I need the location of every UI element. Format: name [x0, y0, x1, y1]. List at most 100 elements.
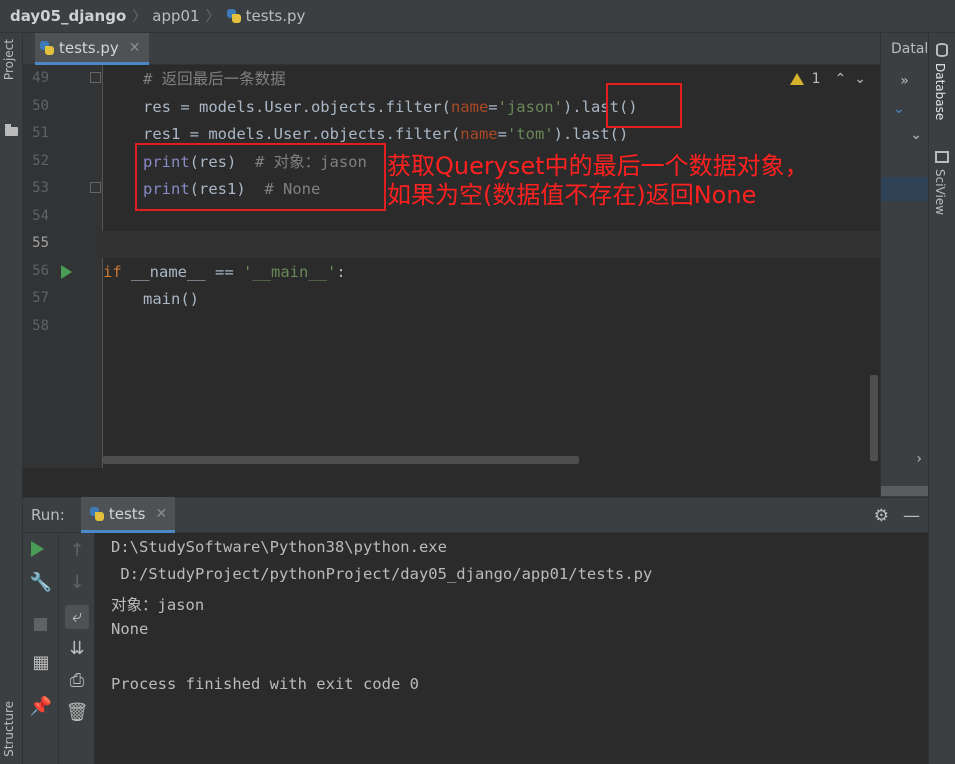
- line-number: 49: [32, 70, 49, 86]
- breadcrumb-project[interactable]: day05_django: [10, 7, 126, 25]
- database-scrollbar[interactable]: [881, 486, 928, 496]
- tab-label: tests.py: [59, 38, 119, 57]
- console-output[interactable]: D:\StudySoftware\Python38\python.exe D:/…: [95, 533, 928, 764]
- warning-icon: [789, 73, 804, 85]
- database-icon: [936, 43, 948, 57]
- run-header: Run: tests ✕ ⚙ —: [23, 497, 928, 533]
- line-number: 57: [32, 290, 49, 306]
- run-gutter-icon[interactable]: [61, 265, 72, 279]
- line-number: 53: [32, 180, 49, 196]
- fold-marker-icon[interactable]: [90, 72, 101, 83]
- run-toolbar-secondary: ↑ ↓ ⤶ ⇊ ⎙ 🗑: [59, 533, 95, 764]
- python-file-icon: [39, 40, 55, 56]
- code-text: :: [336, 263, 346, 281]
- breadcrumb: day05_django 〉 app01 〉 tests.py: [0, 0, 955, 33]
- breadcrumb-file[interactable]: tests.py: [246, 7, 306, 25]
- line-number: 52: [32, 153, 49, 169]
- console-line: D:/StudyProject/pythonProject/day05_djan…: [111, 565, 653, 583]
- line-number: 50: [32, 98, 49, 114]
- print-icon[interactable]: ⎙: [65, 669, 89, 693]
- database-panel-title: Datal: [891, 41, 929, 57]
- code-line: res = models.User.objects.filter(name='j…: [103, 94, 880, 121]
- folder-icon: [5, 124, 18, 136]
- line-number: 51: [32, 125, 49, 141]
- code-text: =: [497, 125, 507, 143]
- structure-tool-tab[interactable]: Structure: [2, 701, 16, 757]
- run-actions: ⚙ —: [874, 506, 920, 526]
- tab-tests-py[interactable]: tests.py ✕: [35, 33, 149, 65]
- python-file-icon: [226, 8, 242, 24]
- code-param: name: [450, 98, 489, 116]
- code-comment: # 返回最后一条数据: [143, 70, 286, 88]
- database-panel: Datal » ⌄ ⌄ ›: [880, 33, 928, 497]
- trash-icon[interactable]: 🗑: [65, 701, 89, 725]
- pin-icon[interactable]: 📌: [29, 695, 53, 719]
- code-line: # 返回最后一条数据: [103, 66, 880, 93]
- arrow-down-icon[interactable]: ↓: [65, 571, 89, 595]
- vertical-scrollbar[interactable]: [870, 375, 878, 461]
- annotation-box-last: [606, 83, 682, 128]
- run-tab-label: tests: [108, 504, 146, 523]
- warning-count: 1: [811, 71, 821, 87]
- wrench-icon[interactable]: 🔧: [29, 571, 53, 595]
- sciview-tool-tab[interactable]: SciView: [933, 169, 947, 215]
- code-line: if __name__ == '__main__':: [103, 259, 880, 286]
- soft-wrap-icon[interactable]: ⤶: [65, 605, 89, 629]
- expand-icon[interactable]: »: [881, 73, 928, 99]
- breadcrumb-folder[interactable]: app01: [152, 7, 199, 25]
- gear-icon[interactable]: ⚙: [874, 506, 889, 526]
- annotation-box-print: [135, 143, 386, 211]
- code-string: '__main__': [243, 263, 337, 281]
- right-tool-strip: Database SciView: [928, 33, 955, 764]
- database-tool-tab[interactable]: Database: [933, 63, 947, 120]
- rerun-icon[interactable]: [31, 541, 44, 557]
- code-string: 'tom': [506, 125, 554, 143]
- annotation-text: 获取Queryset中的最后一个数据对象， 如果为空(数据值不存在)返回None: [387, 152, 809, 209]
- horizontal-scrollbar[interactable]: [103, 456, 579, 464]
- fold-marker-icon[interactable]: [90, 182, 101, 193]
- arrow-up-icon[interactable]: ↑: [65, 539, 89, 563]
- chevron-right-icon[interactable]: ›: [881, 451, 928, 477]
- chevron-up-icon[interactable]: ⌃: [835, 71, 847, 87]
- project-tool-tab[interactable]: Project: [2, 39, 16, 80]
- chevron-down-icon[interactable]: ⌄: [854, 71, 866, 87]
- code-editor[interactable]: 49 50 51 52 53 54 55 56 57 58 # 返回最后一条数据…: [23, 65, 880, 468]
- editor-tab-bar: tests.py ✕: [23, 33, 880, 65]
- line-gutter: 49 50 51 52 53 54 55 56 57 58: [23, 65, 103, 468]
- current-line: [97, 231, 880, 258]
- python-file-icon: [89, 506, 105, 522]
- close-icon[interactable]: ✕: [129, 40, 141, 56]
- chevron-right-icon: 〉: [205, 9, 220, 25]
- run-label: Run:: [31, 506, 65, 524]
- code-keyword: if: [103, 263, 122, 281]
- line-number: 55: [32, 235, 49, 251]
- minimize-icon[interactable]: —: [903, 506, 920, 526]
- left-tool-strip: Project Structure: [0, 33, 23, 764]
- inspection-widget[interactable]: 1 ⌃ ⌄: [789, 71, 866, 87]
- close-icon[interactable]: ✕: [155, 506, 167, 522]
- sciview-icon: [935, 151, 949, 163]
- code-text: =: [488, 98, 498, 116]
- scroll-to-end-icon[interactable]: ⇊: [65, 637, 89, 661]
- selected-row[interactable]: [881, 177, 928, 201]
- line-number: 56: [32, 263, 49, 279]
- console-line: None: [111, 620, 149, 638]
- chevron-down-icon[interactable]: ⌄: [881, 101, 928, 127]
- chevron-down-icon[interactable]: ⌄: [881, 127, 928, 153]
- run-toolbar-primary: 🔧 ▦ 📌: [23, 533, 59, 764]
- code-text: __name__ ==: [121, 263, 243, 281]
- code-text: res1 = models.User.objects.filter(: [143, 125, 461, 143]
- code-string: 'jason': [497, 98, 563, 116]
- console-line: Process finished with exit code 0: [111, 675, 419, 693]
- run-tab-tests[interactable]: tests ✕: [80, 497, 176, 533]
- code-text: main(): [143, 290, 199, 308]
- line-number: 54: [32, 208, 49, 224]
- console-line: 对象：jason: [111, 596, 205, 614]
- stop-icon[interactable]: [34, 618, 47, 631]
- console-line: D:\StudySoftware\Python38\python.exe: [111, 538, 447, 556]
- layout-icon[interactable]: ▦: [29, 651, 53, 675]
- code-line: main(): [103, 286, 880, 313]
- line-number: 58: [32, 318, 49, 334]
- chevron-right-icon: 〉: [132, 9, 147, 25]
- code-text: res = models.User.objects.filter(: [143, 98, 451, 116]
